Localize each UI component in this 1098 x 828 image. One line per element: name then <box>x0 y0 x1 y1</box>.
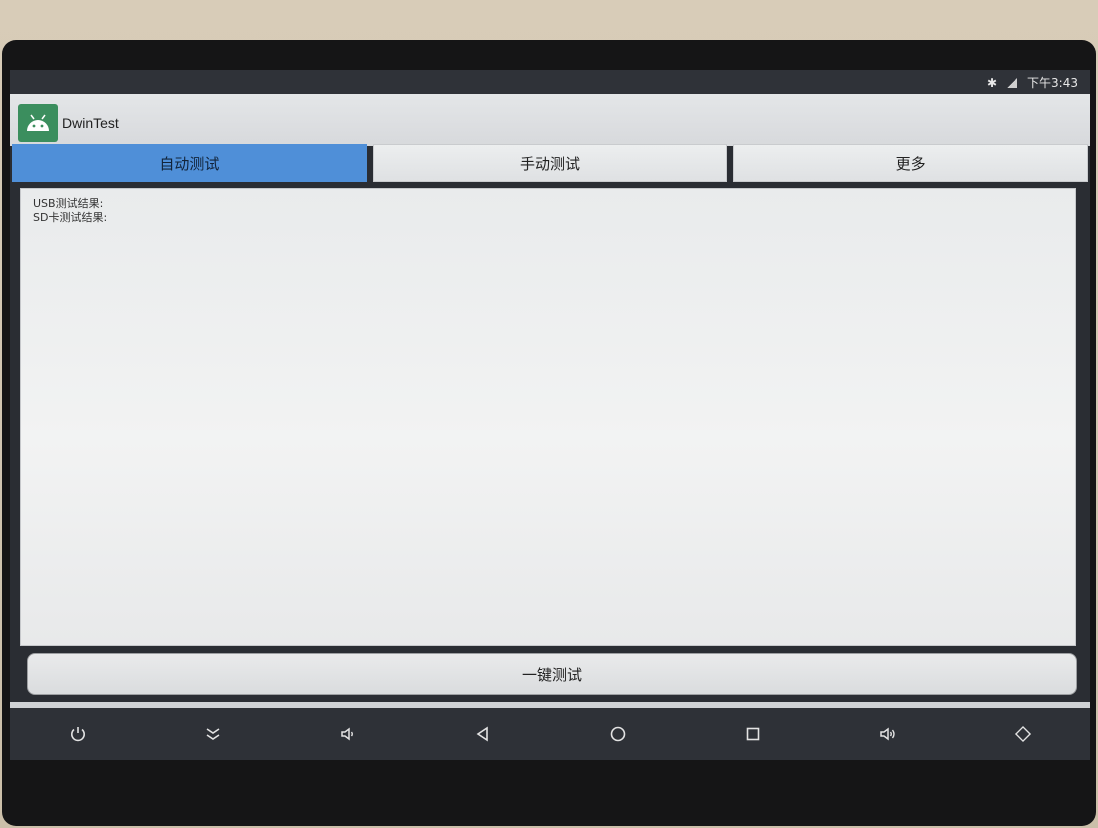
tab-manual-test[interactable]: 手动测试 <box>372 144 728 182</box>
recents-icon[interactable] <box>733 716 773 752</box>
status-bar: ✱ 下午3:43 <box>10 70 1090 94</box>
one-key-test-button[interactable]: 一键测试 <box>27 653 1077 695</box>
device-screen: ✱ 下午3:43 DwinTest 自动测试 手动测试 更多 USB测试结果: … <box>10 70 1090 760</box>
home-icon[interactable] <box>598 716 638 752</box>
tab-auto-test[interactable]: 自动测试 <box>12 144 367 182</box>
tab-bar: 自动测试 手动测试 更多 <box>12 144 1089 182</box>
power-icon[interactable] <box>58 716 98 752</box>
result-list: USB测试结果: SD卡测试结果: <box>21 189 1075 225</box>
status-right-group: ✱ 下午3:43 <box>987 74 1078 91</box>
back-icon[interactable] <box>463 716 503 752</box>
bluetooth-icon: ✱ <box>986 75 998 90</box>
tab-more[interactable]: 更多 <box>733 144 1089 182</box>
volume-up-icon[interactable] <box>868 716 908 752</box>
usb-result-label: USB测试结果: <box>33 197 104 210</box>
app-title: DwinTest <box>62 115 119 131</box>
sd-result-label: SD卡测试结果: <box>33 211 108 224</box>
app-bar: DwinTest <box>10 94 1090 146</box>
status-time: 下午3:43 <box>1027 76 1078 90</box>
results-panel: USB测试结果: SD卡测试结果: <box>20 188 1076 646</box>
signal-icon <box>1007 77 1018 88</box>
collapse-icon[interactable] <box>193 716 233 752</box>
rotate-icon[interactable] <box>1003 716 1043 752</box>
navigation-bar <box>10 708 1090 760</box>
volume-down-icon[interactable] <box>328 716 368 752</box>
android-icon <box>18 104 58 142</box>
